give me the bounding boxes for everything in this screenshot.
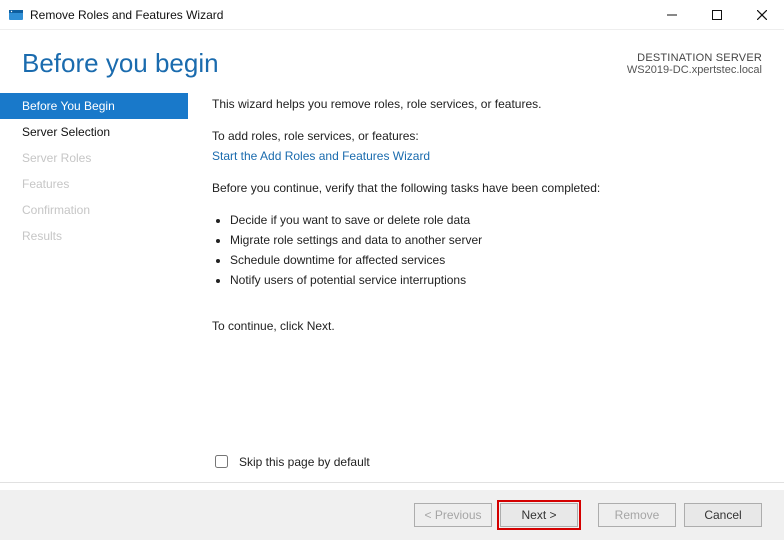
task-list: Decide if you want to save or delete rol… xyxy=(212,211,756,289)
step-server-roles: Server Roles xyxy=(0,145,188,171)
next-button[interactable]: Next > xyxy=(500,503,578,527)
wizard-footer: < Previous Next > Remove Cancel xyxy=(0,490,784,540)
wizard-content: This wizard helps you remove roles, role… xyxy=(188,87,784,487)
app-icon xyxy=(8,7,24,23)
skip-page-checkbox[interactable] xyxy=(215,455,228,468)
step-results: Results xyxy=(0,223,188,249)
step-confirmation: Confirmation xyxy=(0,197,188,223)
skip-page-option[interactable]: Skip this page by default xyxy=(211,452,370,471)
destination-label: DESTINATION SERVER xyxy=(627,52,762,64)
window-title: Remove Roles and Features Wizard xyxy=(30,8,223,22)
page-title: Before you begin xyxy=(22,48,627,79)
destination-server: WS2019-DC.xpertstec.local xyxy=(627,64,762,76)
skip-page-label: Skip this page by default xyxy=(239,455,370,469)
start-add-wizard-link[interactable]: Start the Add Roles and Features Wizard xyxy=(212,149,430,163)
add-prompt: To add roles, role services, or features… xyxy=(212,127,756,145)
continue-text: To continue, click Next. xyxy=(212,317,756,335)
step-before-you-begin[interactable]: Before You Begin xyxy=(0,93,188,119)
remove-button: Remove xyxy=(598,503,676,527)
wizard-header: Before you begin DESTINATION SERVER WS20… xyxy=(0,30,784,87)
task-item: Schedule downtime for affected services xyxy=(230,251,756,269)
task-item: Migrate role settings and data to anothe… xyxy=(230,231,756,249)
task-item: Notify users of potential service interr… xyxy=(230,271,756,289)
previous-button: < Previous xyxy=(414,503,492,527)
verify-text: Before you continue, verify that the fol… xyxy=(212,179,756,197)
step-server-selection[interactable]: Server Selection xyxy=(0,119,188,145)
destination-info: DESTINATION SERVER WS2019-DC.xpertstec.l… xyxy=(627,48,762,76)
wizard-steps-sidebar: Before You Begin Server Selection Server… xyxy=(0,87,188,487)
intro-text: This wizard helps you remove roles, role… xyxy=(212,95,756,113)
step-features: Features xyxy=(0,171,188,197)
footer-separator xyxy=(0,482,784,483)
minimize-button[interactable] xyxy=(649,0,694,30)
maximize-button[interactable] xyxy=(694,0,739,30)
titlebar: Remove Roles and Features Wizard xyxy=(0,0,784,30)
cancel-button[interactable]: Cancel xyxy=(684,503,762,527)
task-item: Decide if you want to save or delete rol… xyxy=(230,211,756,229)
close-button[interactable] xyxy=(739,0,784,30)
